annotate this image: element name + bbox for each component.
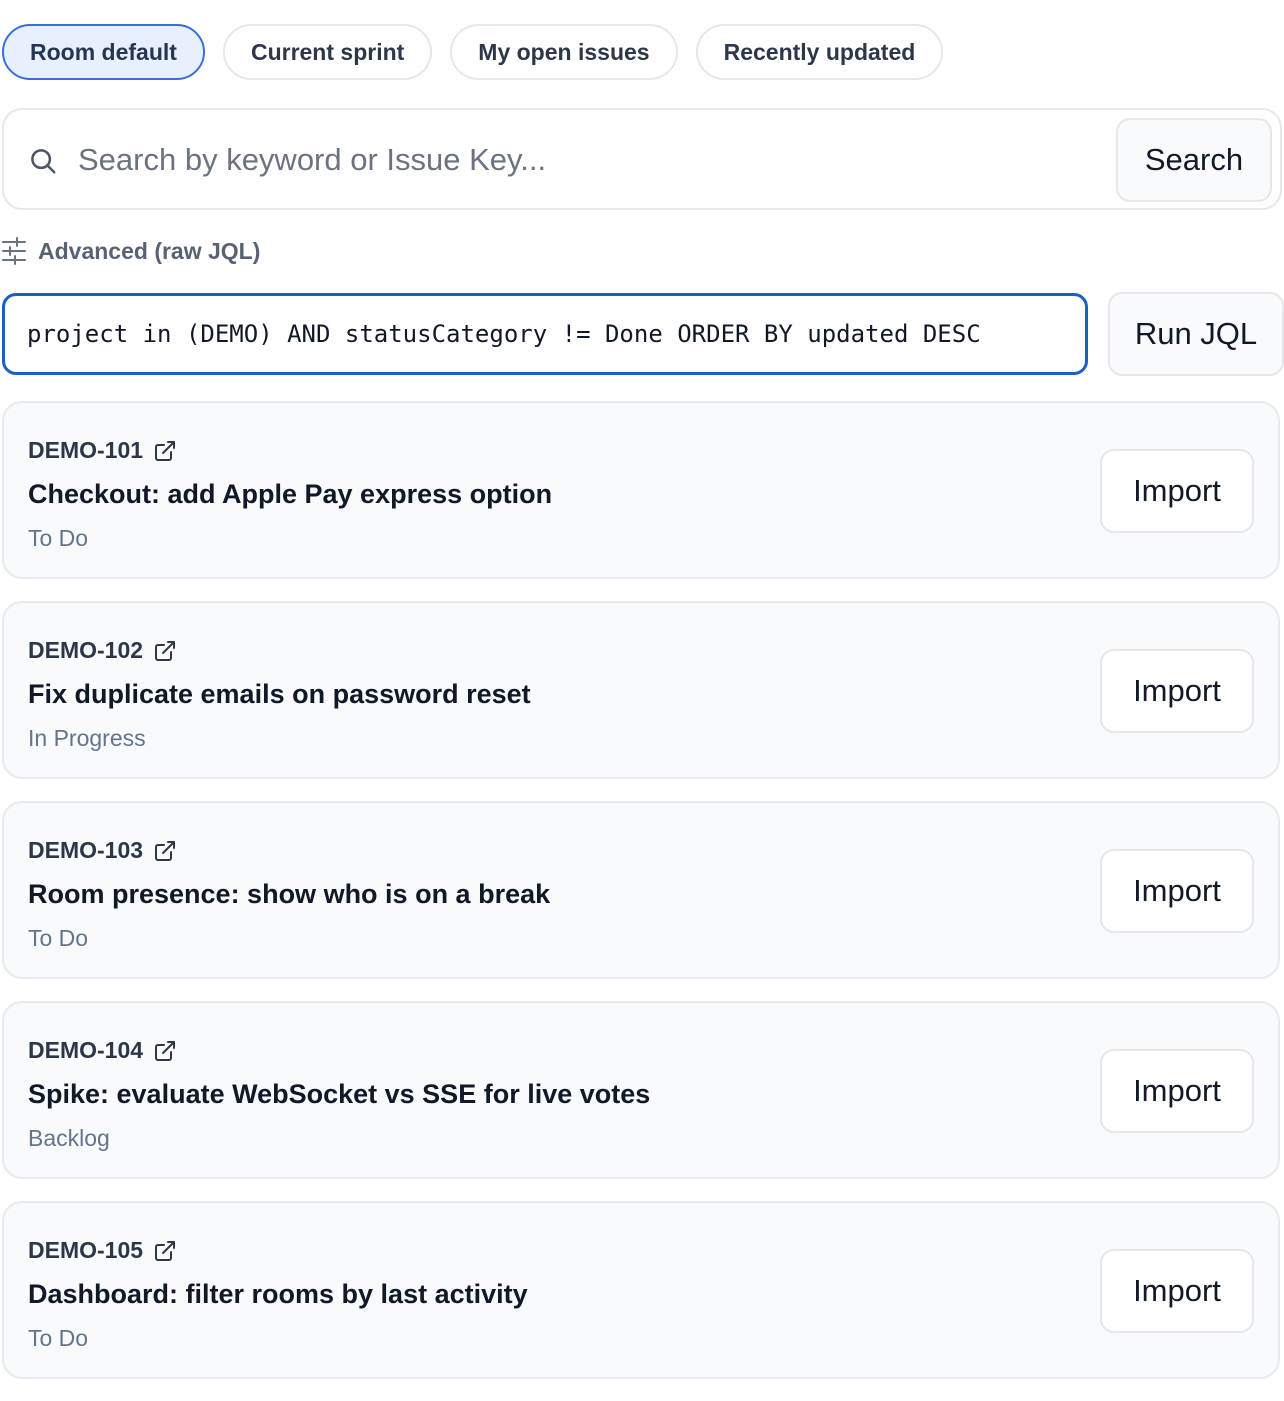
external-link-icon[interactable] <box>153 439 177 463</box>
issue-key-link[interactable]: DEMO-103 <box>28 837 177 864</box>
filter-chip-recently-updated[interactable]: Recently updated <box>695 24 944 80</box>
issue-key-link[interactable]: DEMO-105 <box>28 1237 177 1264</box>
issue-key: DEMO-105 <box>28 1237 144 1263</box>
filter-chip-room-default[interactable]: Room default <box>2 24 205 80</box>
import-button[interactable]: Import <box>1100 649 1254 733</box>
issue-status: Backlog <box>28 1125 110 1151</box>
external-link-icon[interactable] <box>153 639 177 663</box>
import-button[interactable]: Import <box>1100 1049 1254 1133</box>
issue-card: DEMO-104 Spike: evaluate WebSocket vs SS… <box>2 1001 1280 1179</box>
issue-key: DEMO-104 <box>28 1037 144 1063</box>
issue-title: Checkout: add Apple Pay express option <box>28 479 553 509</box>
issue-card: DEMO-102 Fix duplicate emails on passwor… <box>2 601 1280 779</box>
issue-key: DEMO-103 <box>28 837 144 863</box>
import-button[interactable]: Import <box>1100 449 1254 533</box>
issue-title: Spike: evaluate WebSocket vs SSE for liv… <box>28 1079 651 1109</box>
search-icon <box>31 149 56 174</box>
issue-status: In Progress <box>28 725 146 751</box>
issue-card: DEMO-101 Checkout: add Apple Pay express… <box>2 401 1280 579</box>
search-input[interactable] <box>76 134 1060 186</box>
issue-title: Dashboard: filter rooms by last activity <box>28 1279 528 1309</box>
advanced-jql-label: Advanced (raw JQL) <box>38 237 261 264</box>
search-button[interactable]: Search <box>1116 118 1272 202</box>
issue-key-link[interactable]: DEMO-101 <box>28 437 177 464</box>
issue-status: To Do <box>28 1325 89 1351</box>
filter-chip-my-open-issues[interactable]: My open issues <box>450 24 678 80</box>
sliders-icon <box>2 237 26 265</box>
external-link-icon[interactable] <box>153 1239 177 1263</box>
jql-input[interactable] <box>2 293 1088 375</box>
advanced-jql-toggle[interactable]: Advanced (raw JQL) <box>2 236 260 266</box>
issue-card: DEMO-105 Dashboard: filter rooms by last… <box>2 1201 1280 1379</box>
import-button[interactable]: Import <box>1100 849 1254 933</box>
issue-key-link[interactable]: DEMO-102 <box>28 637 177 664</box>
issue-title: Room presence: show who is on a break <box>28 879 551 909</box>
issue-key: DEMO-102 <box>28 637 144 663</box>
issue-status: To Do <box>28 525 89 551</box>
external-link-icon[interactable] <box>153 1039 177 1063</box>
import-button[interactable]: Import <box>1100 1249 1254 1333</box>
filter-chip-current-sprint[interactable]: Current sprint <box>222 24 433 80</box>
issue-card: DEMO-103 Room presence: show who is on a… <box>2 801 1280 979</box>
issue-status: To Do <box>28 925 89 951</box>
external-link-icon[interactable] <box>153 839 177 863</box>
issue-list: DEMO-101 Checkout: add Apple Pay express… <box>2 401 1280 1401</box>
run-jql-button[interactable]: Run JQL <box>1108 292 1284 376</box>
issue-title: Fix duplicate emails on password reset <box>28 679 531 709</box>
filter-chips: Room default Current sprint My open issu… <box>2 24 944 80</box>
issue-key: DEMO-101 <box>28 437 144 463</box>
search-bar: Search <box>2 108 1282 210</box>
issue-key-link[interactable]: DEMO-104 <box>28 1037 177 1064</box>
